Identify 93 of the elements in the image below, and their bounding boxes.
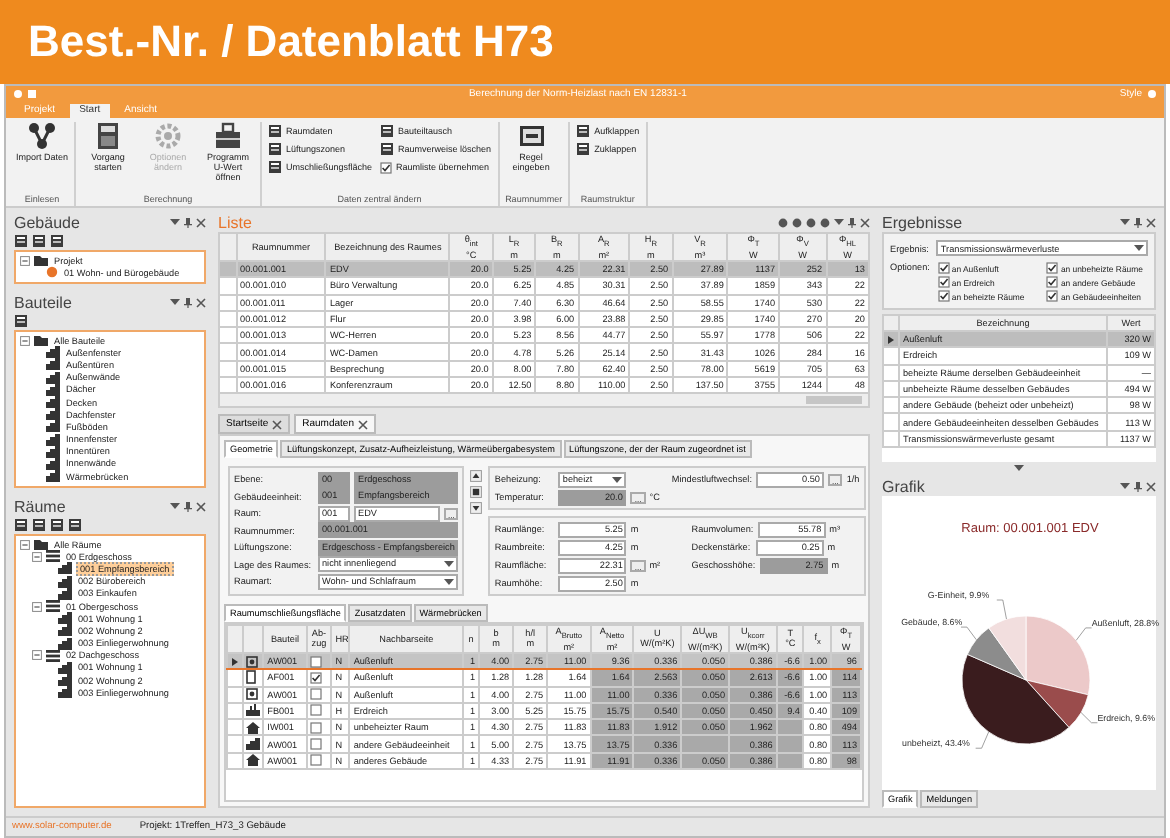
pin-icon[interactable] (848, 217, 856, 227)
checkbox[interactable] (937, 290, 950, 302)
form-icon[interactable] (268, 142, 282, 156)
pin-icon[interactable] (184, 501, 192, 511)
checkbox[interactable] (310, 754, 323, 767)
scrollbar[interactable] (218, 392, 870, 408)
close-icon[interactable] (196, 297, 206, 307)
gear-icon (154, 122, 182, 150)
down-icon[interactable] (470, 502, 483, 514)
caret-icon[interactable] (170, 218, 180, 226)
checkbox[interactable] (310, 704, 323, 717)
checkbox[interactable] (1046, 262, 1059, 274)
toolbar-icon[interactable] (14, 314, 28, 328)
checkbox[interactable] (1046, 290, 1059, 302)
close-icon[interactable] (860, 217, 870, 227)
checkbox[interactable] (310, 655, 323, 668)
caret-icon[interactable] (170, 502, 180, 510)
leader-line (1080, 712, 1098, 724)
caret-icon[interactable] (1120, 482, 1130, 490)
window-icon (246, 655, 259, 668)
checkbox[interactable] (310, 721, 323, 734)
toolbar-icon[interactable] (14, 234, 28, 248)
pin-icon[interactable] (1134, 481, 1142, 491)
close-icon[interactable] (272, 419, 283, 429)
calculator-icon (94, 122, 122, 150)
square-icon[interactable] (470, 486, 483, 498)
panel-title: Liste (218, 213, 254, 231)
collapse-icon[interactable] (20, 255, 30, 266)
row-pointer-icon (231, 657, 237, 666)
checkbox[interactable] (310, 738, 323, 751)
caret-icon[interactable] (834, 218, 844, 226)
checkbox[interactable] (937, 276, 950, 288)
panel-title: Ergebnisse (882, 213, 965, 231)
pin-icon[interactable] (184, 297, 192, 307)
pin-icon[interactable] (1134, 217, 1142, 227)
panel-title: Bauteile (14, 293, 74, 311)
checkbox[interactable] (380, 161, 393, 173)
form-icon[interactable] (268, 124, 282, 138)
leader-line (996, 599, 1007, 620)
toolbar-icon[interactable] (14, 518, 28, 532)
form-icon[interactable] (380, 142, 395, 156)
toolbar-icon[interactable] (32, 518, 46, 532)
leader-line (960, 626, 977, 641)
panel-title: Räume (14, 497, 68, 515)
folder-icon (34, 538, 48, 551)
toolbar-icon[interactable] (68, 518, 82, 532)
toolbar-icon[interactable] (50, 518, 64, 532)
toolbar-icon[interactable] (32, 234, 46, 248)
panel-title: Grafik (882, 477, 927, 495)
close-icon[interactable] (1146, 217, 1156, 227)
block-icon (246, 738, 261, 751)
house-icon (246, 721, 261, 734)
page-title: Best.-Nr. / Datenblatt H73 (0, 0, 1170, 84)
layers-icon (46, 649, 60, 662)
folder-icon (34, 254, 48, 267)
collapse-icon[interactable] (32, 551, 42, 562)
form-icon[interactable] (576, 124, 591, 138)
caret-icon[interactable] (170, 298, 180, 306)
checkbox[interactable] (310, 671, 323, 684)
up-icon[interactable] (470, 470, 483, 482)
window-icon (246, 688, 259, 701)
collapse-icon[interactable] (32, 601, 42, 612)
caret-icon[interactable] (1120, 218, 1130, 226)
collapse-icon[interactable] (32, 650, 42, 661)
door-icon (246, 671, 257, 684)
leader-line (975, 731, 990, 749)
form-icon[interactable] (268, 160, 282, 174)
collapse-icon[interactable] (20, 539, 30, 550)
circle-icon (46, 266, 58, 279)
form-icon[interactable] (576, 142, 591, 156)
house-icon (246, 754, 261, 767)
caret-icon (1134, 244, 1144, 252)
caret-icon (612, 475, 623, 483)
checkbox[interactable] (937, 262, 950, 274)
display-icon (517, 122, 546, 150)
floor-icon (246, 704, 261, 717)
close-icon[interactable] (357, 419, 368, 429)
network-icon (28, 122, 56, 150)
checkbox[interactable] (310, 688, 323, 701)
checkbox[interactable] (1046, 276, 1059, 288)
panel-title: Gebäude (14, 213, 82, 231)
close-icon[interactable] (1146, 481, 1156, 491)
toolbar-icon[interactable] (50, 234, 64, 248)
layers-icon (46, 550, 60, 563)
close-icon[interactable] (196, 217, 206, 227)
row-pointer-icon (887, 335, 893, 344)
form-icon[interactable] (380, 124, 395, 138)
close-icon[interactable] (196, 501, 206, 511)
leader-line (1075, 627, 1093, 641)
layers-icon (46, 600, 60, 613)
pin-icon[interactable] (184, 217, 192, 227)
folder-icon (34, 334, 48, 347)
collapse-icon[interactable] (20, 335, 30, 346)
